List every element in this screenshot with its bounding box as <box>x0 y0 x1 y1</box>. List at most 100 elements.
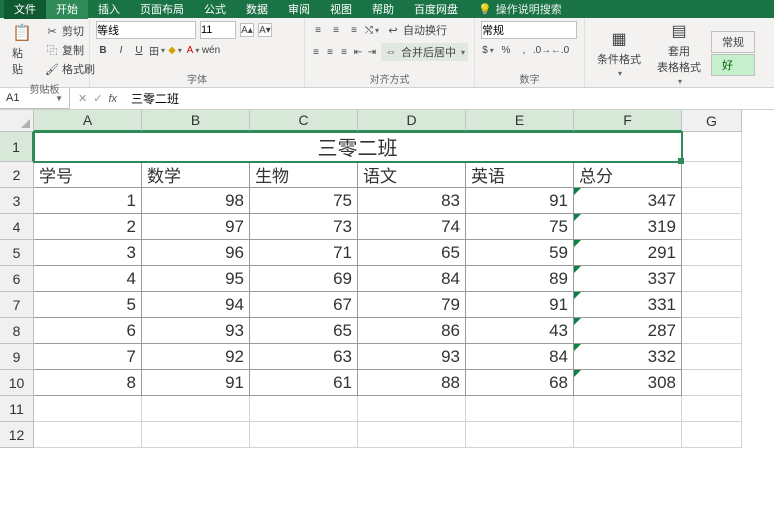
font-color-button[interactable]: A <box>186 43 200 57</box>
cell-G2[interactable] <box>682 162 742 188</box>
align-bottom-button[interactable]: ≡ <box>347 23 361 37</box>
dec-decimal-button[interactable]: ←.0 <box>553 43 567 57</box>
enter-icon[interactable]: ✓ <box>93 92 102 105</box>
tell-me-search[interactable]: 💡 操作说明搜索 <box>478 1 562 17</box>
column-header-G[interactable]: G <box>682 110 742 132</box>
cell-G12[interactable] <box>682 422 742 448</box>
cell-D4[interactable]: 74 <box>358 214 466 240</box>
cell-D10[interactable]: 88 <box>358 370 466 396</box>
cell-C6[interactable]: 69 <box>250 266 358 292</box>
column-header-C[interactable]: C <box>250 110 358 132</box>
indent-inc-button[interactable]: ⇥ <box>367 45 377 59</box>
cell-C7[interactable]: 67 <box>250 292 358 318</box>
cell-F4[interactable]: 319 <box>574 214 682 240</box>
cell-A12[interactable] <box>34 422 142 448</box>
tab-数据[interactable]: 数据 <box>236 0 278 19</box>
style-good[interactable]: 好 <box>711 54 755 76</box>
align-center-button[interactable]: ≡ <box>325 45 335 59</box>
inc-decimal-button[interactable]: .0→ <box>535 43 549 57</box>
row-header-5[interactable]: 5 <box>0 240 34 266</box>
cell-B6[interactable]: 95 <box>142 266 250 292</box>
cell-E9[interactable]: 84 <box>466 344 574 370</box>
cell-A7[interactable]: 5 <box>34 292 142 318</box>
worksheet-grid[interactable]: ABCDEFG 1三零二班2学号数学生物语文英语总分31987583913474… <box>0 110 774 448</box>
cell-E3[interactable]: 91 <box>466 188 574 214</box>
cell-B5[interactable]: 96 <box>142 240 250 266</box>
cell-G9[interactable] <box>682 344 742 370</box>
cell-B8[interactable]: 93 <box>142 318 250 344</box>
cell-D12[interactable] <box>358 422 466 448</box>
cell-D9[interactable]: 93 <box>358 344 466 370</box>
align-right-button[interactable]: ≡ <box>339 45 349 59</box>
cell-E4[interactable]: 75 <box>466 214 574 240</box>
cell-A2[interactable]: 学号 <box>34 162 142 188</box>
cell-D7[interactable]: 79 <box>358 292 466 318</box>
cell-F3[interactable]: 347 <box>574 188 682 214</box>
cell-B11[interactable] <box>142 396 250 422</box>
cell-A5[interactable]: 3 <box>34 240 142 266</box>
fx-icon[interactable]: fx <box>108 93 117 105</box>
tab-公式[interactable]: 公式 <box>194 0 236 19</box>
comma-button[interactable]: , <box>517 43 531 57</box>
cell-C8[interactable]: 65 <box>250 318 358 344</box>
formula-input[interactable] <box>125 90 774 108</box>
cell-E12[interactable] <box>466 422 574 448</box>
indent-dec-button[interactable]: ⇤ <box>353 45 363 59</box>
cell-C11[interactable] <box>250 396 358 422</box>
cell-B9[interactable]: 92 <box>142 344 250 370</box>
wrap-text-button[interactable]: ↩自动换行 <box>383 21 450 39</box>
cell-B3[interactable]: 98 <box>142 188 250 214</box>
cell-C4[interactable]: 73 <box>250 214 358 240</box>
cell-B10[interactable]: 91 <box>142 370 250 396</box>
column-header-F[interactable]: F <box>574 110 682 132</box>
cell-C2[interactable]: 生物 <box>250 162 358 188</box>
cell-G6[interactable] <box>682 266 742 292</box>
row-header-4[interactable]: 4 <box>0 214 34 240</box>
cell-A3[interactable]: 1 <box>34 188 142 214</box>
row-header-10[interactable]: 10 <box>0 370 34 396</box>
cell-G11[interactable] <box>682 396 742 422</box>
cell-G4[interactable] <box>682 214 742 240</box>
cell-G3[interactable] <box>682 188 742 214</box>
cell-A9[interactable]: 7 <box>34 344 142 370</box>
row-header-8[interactable]: 8 <box>0 318 34 344</box>
name-box[interactable]: A1 ▼ <box>0 88 70 109</box>
cell-D11[interactable] <box>358 396 466 422</box>
format-as-table-button[interactable]: ▤套用 表格格式 <box>651 19 707 88</box>
paste-button[interactable]: 📋 粘贴 <box>6 21 38 79</box>
cell-D6[interactable]: 84 <box>358 266 466 292</box>
align-top-button[interactable]: ≡ <box>311 23 325 37</box>
underline-button[interactable]: U <box>132 43 146 57</box>
row-header-9[interactable]: 9 <box>0 344 34 370</box>
number-format-combo[interactable] <box>481 21 577 39</box>
decrease-font-button[interactable]: A▾ <box>258 23 272 37</box>
cell-E7[interactable]: 91 <box>466 292 574 318</box>
cell-A1[interactable]: 三零二班 <box>34 132 682 162</box>
cell-C10[interactable]: 61 <box>250 370 358 396</box>
column-header-E[interactable]: E <box>466 110 574 132</box>
cancel-icon[interactable]: ✕ <box>78 92 87 105</box>
cell-A8[interactable]: 6 <box>34 318 142 344</box>
conditional-format-button[interactable]: ▦条件格式 <box>591 27 647 80</box>
cell-C12[interactable] <box>250 422 358 448</box>
cell-D8[interactable]: 86 <box>358 318 466 344</box>
cell-F2[interactable]: 总分 <box>574 162 682 188</box>
tab-审阅[interactable]: 审阅 <box>278 0 320 19</box>
font-name-combo[interactable] <box>96 21 196 39</box>
row-header-3[interactable]: 3 <box>0 188 34 214</box>
cell-F9[interactable]: 332 <box>574 344 682 370</box>
cell-A4[interactable]: 2 <box>34 214 142 240</box>
cell-G7[interactable] <box>682 292 742 318</box>
cell-E8[interactable]: 43 <box>466 318 574 344</box>
cell-F8[interactable]: 287 <box>574 318 682 344</box>
row-header-6[interactable]: 6 <box>0 266 34 292</box>
phonetic-button[interactable]: wén <box>204 43 218 57</box>
tab-file[interactable]: 文件 <box>4 0 46 19</box>
cell-D2[interactable]: 语文 <box>358 162 466 188</box>
cell-C5[interactable]: 71 <box>250 240 358 266</box>
cell-E6[interactable]: 89 <box>466 266 574 292</box>
cell-F11[interactable] <box>574 396 682 422</box>
align-left-button[interactable]: ≡ <box>311 45 321 59</box>
cell-G10[interactable] <box>682 370 742 396</box>
column-header-A[interactable]: A <box>34 110 142 132</box>
